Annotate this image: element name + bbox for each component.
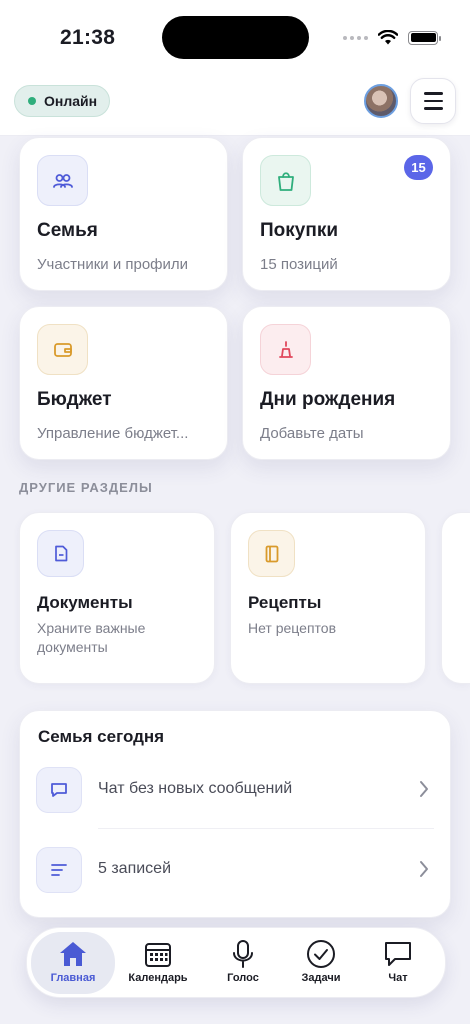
family-today-card: Семья сегодня Чат без новых сообщений 5 … [19, 710, 451, 918]
tile-title: Семья [37, 220, 98, 241]
tab-label: Чат [388, 972, 408, 984]
status-time: 21:38 [60, 26, 116, 49]
checkmark-circle-icon [306, 939, 336, 969]
document-icon [37, 530, 84, 577]
tile-subtitle: Участники и профили [37, 256, 189, 273]
card-partial-next[interactable] [441, 512, 470, 684]
today-row-text: 5 записей [98, 860, 172, 877]
battery-icon [408, 30, 441, 45]
tab-calendar[interactable]: Календарь [116, 932, 200, 994]
tile-subtitle: Управление бюджет... [37, 425, 189, 442]
wallet-icon [37, 324, 88, 375]
status-indicators [343, 30, 441, 45]
calendar-icon [144, 939, 172, 969]
dynamic-island [162, 16, 309, 59]
card-title: Документы [37, 593, 133, 612]
tile-title: Бюджет [37, 389, 112, 410]
today-row-chat[interactable]: Чат без новых сообщений [36, 767, 434, 815]
tile-budget[interactable]: Бюджет Управление бюджет... [19, 306, 228, 460]
status-bar: 21:38 [0, 0, 470, 76]
app-header: Онлайн [0, 76, 470, 136]
family-today-title: Семья сегодня [38, 727, 165, 746]
menu-button[interactable] [410, 78, 456, 124]
wifi-icon [378, 30, 398, 45]
card-title: Рецепты [248, 593, 322, 612]
tab-chat[interactable]: Чат [356, 932, 440, 994]
microphone-icon [231, 939, 255, 969]
online-status-pill[interactable]: Онлайн [14, 85, 111, 117]
tile-birthdays[interactable]: Дни рождения Добавьте даты [242, 306, 451, 460]
tile-title: Дни рождения [260, 389, 396, 410]
row-divider [98, 828, 434, 829]
cake-icon [260, 324, 311, 375]
today-row-records[interactable]: 5 записей [36, 847, 434, 895]
tab-label: Задачи [301, 972, 341, 984]
home-icon [58, 939, 88, 969]
chat-icon [383, 939, 413, 969]
tab-tasks[interactable]: Задачи [279, 932, 363, 994]
tile-family[interactable]: Семья Участники и профили [19, 137, 228, 291]
card-subtitle: Храните важные документы [37, 620, 146, 655]
cellular-signal-icon [343, 35, 368, 40]
tab-bar: Главная Календарь Голос Задачи Чат [26, 927, 446, 998]
recipe-book-icon [248, 530, 295, 577]
today-row-text: Чат без новых сообщений [98, 780, 293, 797]
tile-subtitle: Добавьте даты [260, 425, 364, 442]
tab-label: Календарь [128, 972, 188, 984]
tab-voice[interactable]: Голос [201, 932, 285, 994]
notes-lines-icon [36, 847, 82, 893]
card-subtitle: Нет рецептов [248, 620, 337, 636]
card-documents[interactable]: Документы Храните важные документы [19, 512, 215, 684]
section-label-other: ДРУГИЕ РАЗДЕЛЫ [19, 480, 153, 495]
chevron-right-icon [420, 861, 428, 877]
people-icon [37, 155, 88, 206]
tile-title: Покупки [260, 220, 339, 241]
tab-home[interactable]: Главная [31, 932, 115, 994]
shopping-bag-icon [260, 155, 311, 206]
chat-bubble-icon [36, 767, 82, 813]
tab-label: Главная [50, 972, 96, 984]
tile-shopping[interactable]: 15 Покупки 15 позиций [242, 137, 451, 291]
chevron-right-icon [420, 781, 428, 797]
card-recipes[interactable]: Рецепты Нет рецептов [230, 512, 426, 684]
tile-subtitle: 15 позиций [260, 256, 338, 273]
avatar[interactable] [364, 84, 398, 118]
online-status-label: Онлайн [44, 93, 98, 109]
hamburger-icon [423, 92, 443, 95]
shopping-count-badge: 15 [404, 155, 433, 180]
tab-label: Голос [227, 972, 259, 984]
online-dot-icon [28, 97, 36, 105]
